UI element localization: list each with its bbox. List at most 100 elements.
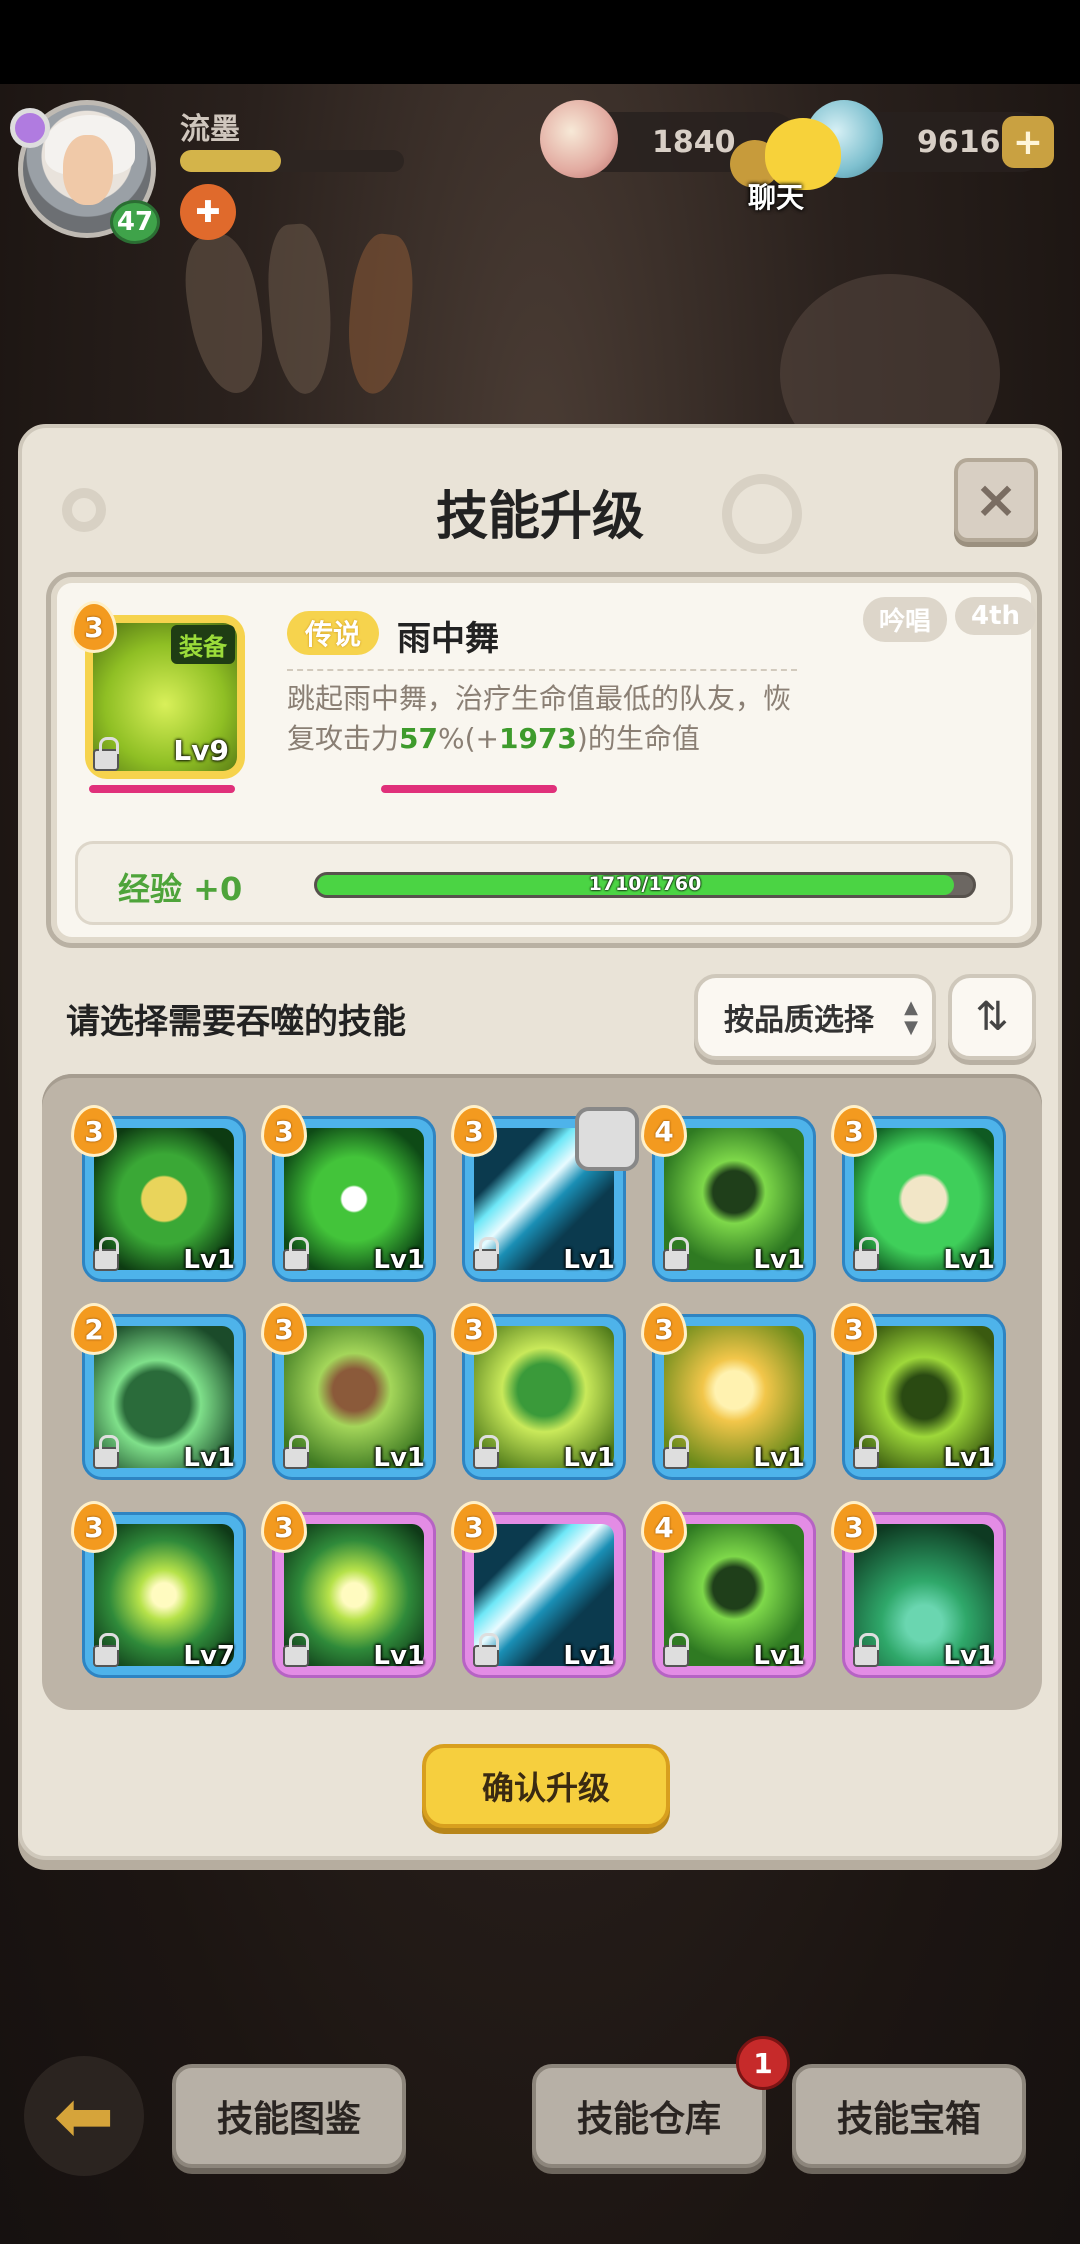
skill-card-level: Lv1 <box>183 1245 235 1275</box>
skill-star-badge: 3 <box>831 1501 877 1553</box>
exp-panel: 经验 +0 1710/1760 <box>75 841 1013 925</box>
skill-card-level: Lv1 <box>373 1245 425 1275</box>
guild-icon[interactable]: ✚ <box>180 184 236 240</box>
selected-skill-icon[interactable]: 3 装备 Lv9 <box>71 601 245 779</box>
lock-icon <box>283 1435 309 1469</box>
bone-decoration <box>341 231 419 397</box>
skill-card[interactable]: 3 Lv1 <box>641 1303 816 1480</box>
lock-icon <box>93 1633 119 1667</box>
desc-text: )的生命值 <box>576 722 700 755</box>
lock-icon <box>853 1435 879 1469</box>
skill-card-level: Lv1 <box>943 1443 995 1473</box>
lock-icon <box>473 1435 499 1469</box>
skill-upgrade-dialog: 技能升级 × 3 装备 Lv9 传说 雨中舞 吟唱 4th 跳起雨中舞，治疗生命… <box>18 424 1062 1860</box>
skill-card-level: Lv1 <box>753 1245 805 1275</box>
chat-button[interactable]: 聊天 <box>720 118 841 218</box>
equipped-tag: 装备 <box>171 625 235 664</box>
gem-currency: 96169 + <box>805 100 1054 178</box>
skill-card-level: Lv1 <box>943 1641 995 1671</box>
lock-icon <box>853 1237 879 1271</box>
add-currency-button[interactable]: + <box>1002 116 1054 168</box>
skill-card-level: Lv1 <box>373 1443 425 1473</box>
skill-chest-button[interactable]: 技能宝箱 <box>792 2064 1026 2168</box>
select-checkbox[interactable] <box>575 1107 639 1171</box>
skill-card[interactable]: 3 Lv1 <box>831 1501 1006 1678</box>
skill-card[interactable]: 4 Lv1 <box>641 1105 816 1282</box>
skill-card[interactable]: 3 Lv1 <box>261 1105 436 1282</box>
skill-card-level: Lv7 <box>183 1641 235 1671</box>
avatar-gem-icon <box>10 108 50 148</box>
desc-percent: 57 <box>399 722 438 755</box>
skill-card[interactable]: 3 Lv1 <box>451 1303 626 1480</box>
exp-gain-label: 经验 +0 <box>118 870 243 908</box>
skill-star-badge: 2 <box>71 1303 117 1355</box>
skill-encyclopedia-button[interactable]: 技能图鉴 <box>172 2064 406 2168</box>
skill-star-badge: 3 <box>451 1501 497 1553</box>
close-button[interactable]: × <box>954 458 1038 542</box>
back-arrow-icon[interactable]: ⬅ <box>24 2056 144 2176</box>
skill-star-badge: 3 <box>261 1303 307 1355</box>
avatar-face <box>63 135 113 205</box>
confirm-upgrade-button[interactable]: 确认升级 <box>422 1744 670 1828</box>
skill-name: 雨中舞 <box>397 619 499 659</box>
skill-card-level: Lv1 <box>563 1641 615 1671</box>
skill-star-badge: 3 <box>71 1105 117 1157</box>
skill-star-badge: 3 <box>71 1501 117 1553</box>
skill-card[interactable]: 3 Lv1 <box>451 1501 626 1678</box>
quality-filter-label: 按品质选择 <box>724 1003 874 1038</box>
lock-icon <box>283 1237 309 1271</box>
skill-card[interactable]: 3 Lv1 <box>451 1105 639 1282</box>
quality-filter-dropdown[interactable]: 按品质选择 ▲ ▼ <box>694 974 936 1060</box>
skill-star-badge: 3 <box>451 1303 497 1355</box>
skill-card[interactable]: 3 Lv1 <box>71 1105 246 1282</box>
lock-icon <box>93 737 119 771</box>
player-xp-bar <box>180 150 404 172</box>
lock-icon <box>93 1237 119 1271</box>
skill-star-badge: 3 <box>261 1501 307 1553</box>
rarity-badge: 传说 <box>287 611 380 655</box>
skill-card-level: Lv1 <box>563 1443 615 1473</box>
updown-arrows-icon: ▲ ▼ <box>904 997 918 1038</box>
skill-card-level: Lv1 <box>563 1245 615 1275</box>
skill-card[interactable]: 3 Lv1 <box>261 1501 436 1678</box>
skill-info-card: 3 装备 Lv9 传说 雨中舞 吟唱 4th 跳起雨中舞，治疗生命值最低的队友，… <box>46 572 1042 948</box>
sort-icon[interactable]: ⇅ <box>948 974 1036 1060</box>
skill-card[interactable]: 3 Lv7 <box>71 1501 246 1678</box>
lock-icon <box>93 1435 119 1469</box>
skill-type-tag: 吟唱 <box>863 597 948 642</box>
skill-warehouse-button[interactable]: 技能仓库 <box>532 2064 766 2168</box>
highlight-underline <box>381 785 557 793</box>
skill-card[interactable]: 4 Lv1 <box>641 1501 816 1678</box>
skill-star-badge: 3 <box>831 1303 877 1355</box>
skill-star-badge: 3 <box>831 1105 877 1157</box>
skill-card[interactable]: 3 Lv1 <box>831 1303 1006 1480</box>
desc-value: 1973 <box>498 722 577 755</box>
skill-card[interactable]: 3 Lv1 <box>831 1105 1006 1282</box>
select-prompt: 请选择需要吞噬的技能 <box>66 1002 406 1042</box>
skill-level: Lv9 <box>173 734 229 767</box>
bone-decoration <box>264 222 336 396</box>
chat-label: 聊天 <box>748 181 805 214</box>
skill-card-level: Lv1 <box>373 1641 425 1671</box>
bone-decoration <box>176 229 274 399</box>
lock-icon <box>283 1633 309 1667</box>
skill-card-level: Lv1 <box>943 1245 995 1275</box>
dialog-title: 技能升级 <box>435 487 644 547</box>
skill-card-level: Lv1 <box>183 1443 235 1473</box>
desc-text: %(+ <box>437 722 499 755</box>
skill-star-badge: 3 <box>71 601 117 653</box>
skill-star-badge: 3 <box>451 1105 497 1157</box>
skill-description: 跳起雨中舞，治疗生命值最低的队友，恢复攻击力57%(+1973)的生命值 <box>287 679 807 759</box>
skill-star-badge: 4 <box>641 1501 687 1553</box>
lock-icon <box>473 1633 499 1667</box>
exp-progress-text: 1710/1760 <box>588 873 702 895</box>
lock-icon <box>473 1237 499 1271</box>
player-name: 流墨 <box>180 112 240 147</box>
player-level-badge: 47 <box>110 200 160 244</box>
skill-card[interactable]: 2 Lv1 <box>71 1303 246 1480</box>
player-xp-fill <box>180 150 281 172</box>
skill-card[interactable]: 3 Lv1 <box>261 1303 436 1480</box>
skill-order-tag: 4th <box>955 597 1037 635</box>
highlight-underline <box>89 785 235 793</box>
lock-icon <box>663 1237 689 1271</box>
